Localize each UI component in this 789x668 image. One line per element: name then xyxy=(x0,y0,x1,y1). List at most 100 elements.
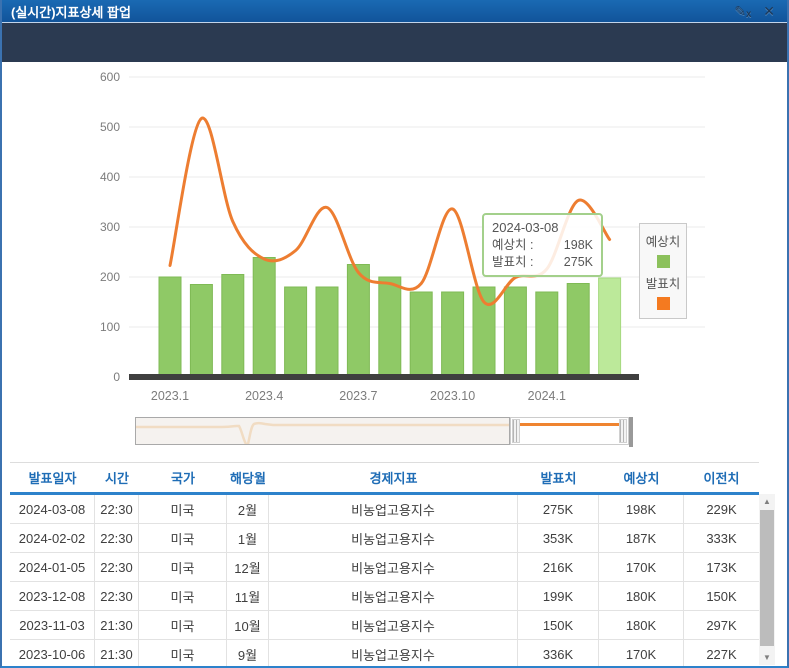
table-cell: 12월 xyxy=(227,553,269,581)
scroll-down-icon[interactable]: ▼ xyxy=(759,650,775,665)
legend-label-expected[interactable]: 예상치 xyxy=(646,231,681,250)
y-axis-label: 500 xyxy=(100,120,120,134)
chart-range-navigator[interactable] xyxy=(135,417,633,447)
tooltip-row: 예상치 : 198K xyxy=(492,237,593,254)
table-cell: 2024-03-08 xyxy=(10,495,95,523)
table-cell: 2023-10-06 xyxy=(10,640,95,668)
table-cell: 170K xyxy=(599,553,684,581)
column-header-7: 예상치 xyxy=(599,468,684,487)
bar[interactable] xyxy=(253,258,275,378)
table-cell: 21:30 xyxy=(95,611,139,639)
bar[interactable] xyxy=(316,287,338,377)
bar[interactable] xyxy=(159,277,181,377)
table-cell: 미국 xyxy=(139,640,227,668)
table-cell: 180K xyxy=(599,611,684,639)
popup-window: (실시간)지표상세 팝업 ✎ₓ ✕ 0100200300400500600202… xyxy=(0,0,789,668)
bar[interactable] xyxy=(285,287,307,377)
header-band xyxy=(2,22,787,62)
table-cell: 비농업고용지수 xyxy=(269,582,518,610)
table-cell: 187K xyxy=(599,524,684,552)
x-axis-label: 2023.7 xyxy=(339,389,377,403)
x-axis-label: 2023.4 xyxy=(245,389,283,403)
table-row[interactable]: 2023-10-0621:30미국9월비농업고용지수336K170K227K xyxy=(10,640,759,668)
table-cell: 333K xyxy=(684,524,759,552)
tooltip-label: 발표치 : xyxy=(492,254,533,271)
navigator-unselected-zone[interactable] xyxy=(135,417,510,445)
legend-label-actual[interactable]: 발표치 xyxy=(646,273,681,292)
y-axis-label: 200 xyxy=(100,270,120,284)
bar[interactable] xyxy=(347,265,369,378)
column-header-8: 이전치 xyxy=(684,468,759,487)
bar[interactable] xyxy=(567,284,589,378)
table-cell: 353K xyxy=(518,524,599,552)
legend-swatch-actual[interactable] xyxy=(657,297,670,310)
chart-tooltip: 2024-03-08 예상치 : 198K 발표치 : 275K xyxy=(482,213,603,277)
table-row[interactable]: 2023-12-0822:30미국11월비농업고용지수199K180K150K xyxy=(10,582,759,611)
table-cell: 2024-02-02 xyxy=(10,524,95,552)
table-cell: 미국 xyxy=(139,524,227,552)
table-cell: 150K xyxy=(518,611,599,639)
table-row[interactable]: 2023-11-0321:30미국10월비농업고용지수150K180K297K xyxy=(10,611,759,640)
bar[interactable] xyxy=(190,285,212,378)
table-scrollbar[interactable]: ▲ ▼ xyxy=(759,494,775,665)
table-cell: 180K xyxy=(599,582,684,610)
table-cell: 229K xyxy=(684,495,759,523)
titlebar[interactable]: (실시간)지표상세 팝업 ✎ₓ ✕ xyxy=(2,0,787,22)
table-row[interactable]: 2024-02-0222:30미국1월비농업고용지수353K187K333K xyxy=(10,524,759,553)
bar[interactable] xyxy=(442,292,464,377)
legend-swatch-expected[interactable] xyxy=(657,255,670,268)
table-cell: 11월 xyxy=(227,582,269,610)
bar[interactable] xyxy=(379,277,401,377)
table-cell: 173K xyxy=(684,553,759,581)
table-cell: 비농업고용지수 xyxy=(269,611,518,639)
column-header-3: 국가 xyxy=(139,468,227,487)
scrollbar-thumb[interactable] xyxy=(760,510,774,646)
table-cell: 미국 xyxy=(139,582,227,610)
navigator-left-handle[interactable] xyxy=(512,419,520,443)
x-axis-label: 2023.10 xyxy=(430,389,475,403)
table-row[interactable]: 2024-03-0822:30미국2월비농업고용지수275K198K229K xyxy=(10,495,759,524)
table-cell: 22:30 xyxy=(95,553,139,581)
column-header-4: 해당월 xyxy=(227,468,269,487)
table-cell: 비농업고용지수 xyxy=(269,640,518,668)
table-cell: 227K xyxy=(684,640,759,668)
table-body: 2024-03-0822:30미국2월비농업고용지수275K198K229K20… xyxy=(10,495,759,668)
titlebar-icons: ✎ₓ ✕ xyxy=(734,4,787,18)
tooltip-row: 발표치 : 275K xyxy=(492,254,593,271)
window-title: (실시간)지표상세 팝업 xyxy=(2,2,131,21)
y-axis-label: 400 xyxy=(100,170,120,184)
table-cell: 10월 xyxy=(227,611,269,639)
y-axis-label: 600 xyxy=(100,70,120,84)
navigator-right-handle[interactable] xyxy=(619,419,627,443)
table-cell: 9월 xyxy=(227,640,269,668)
table-cell: 297K xyxy=(684,611,759,639)
bar[interactable] xyxy=(536,292,558,377)
bar[interactable] xyxy=(222,275,244,378)
navigator-selected-line xyxy=(513,423,626,426)
table-cell: 216K xyxy=(518,553,599,581)
y-axis-label: 0 xyxy=(113,370,120,384)
table-cell: 비농업고용지수 xyxy=(269,524,518,552)
table-cell: 199K xyxy=(518,582,599,610)
tooltip-value: 275K xyxy=(564,254,593,271)
navigator-selected-zone[interactable] xyxy=(510,417,629,445)
navigator-mini-line xyxy=(136,418,509,444)
x-axis-baseline xyxy=(129,374,639,380)
table-cell: 비농업고용지수 xyxy=(269,553,518,581)
pin-icon[interactable]: ✎ₓ xyxy=(734,4,751,18)
close-icon[interactable]: ✕ xyxy=(763,4,775,18)
x-axis-label: 2023.1 xyxy=(151,389,189,403)
table-cell: 2024-01-05 xyxy=(10,553,95,581)
table-row[interactable]: 2024-01-0522:30미국12월비농업고용지수216K170K173K xyxy=(10,553,759,582)
scroll-up-icon[interactable]: ▲ xyxy=(759,494,775,509)
column-header-1: 발표일자 xyxy=(10,468,95,487)
table-cell: 22:30 xyxy=(95,524,139,552)
bar[interactable] xyxy=(504,287,526,377)
bar[interactable] xyxy=(599,278,621,377)
table-cell: 미국 xyxy=(139,553,227,581)
column-header-5: 경제지표 xyxy=(269,468,518,487)
bar[interactable] xyxy=(410,292,432,377)
navigator-end-cap[interactable] xyxy=(629,417,633,447)
chart: 01002003004005006002023.12023.42023.7202… xyxy=(2,62,722,414)
table-cell: 2023-11-03 xyxy=(10,611,95,639)
